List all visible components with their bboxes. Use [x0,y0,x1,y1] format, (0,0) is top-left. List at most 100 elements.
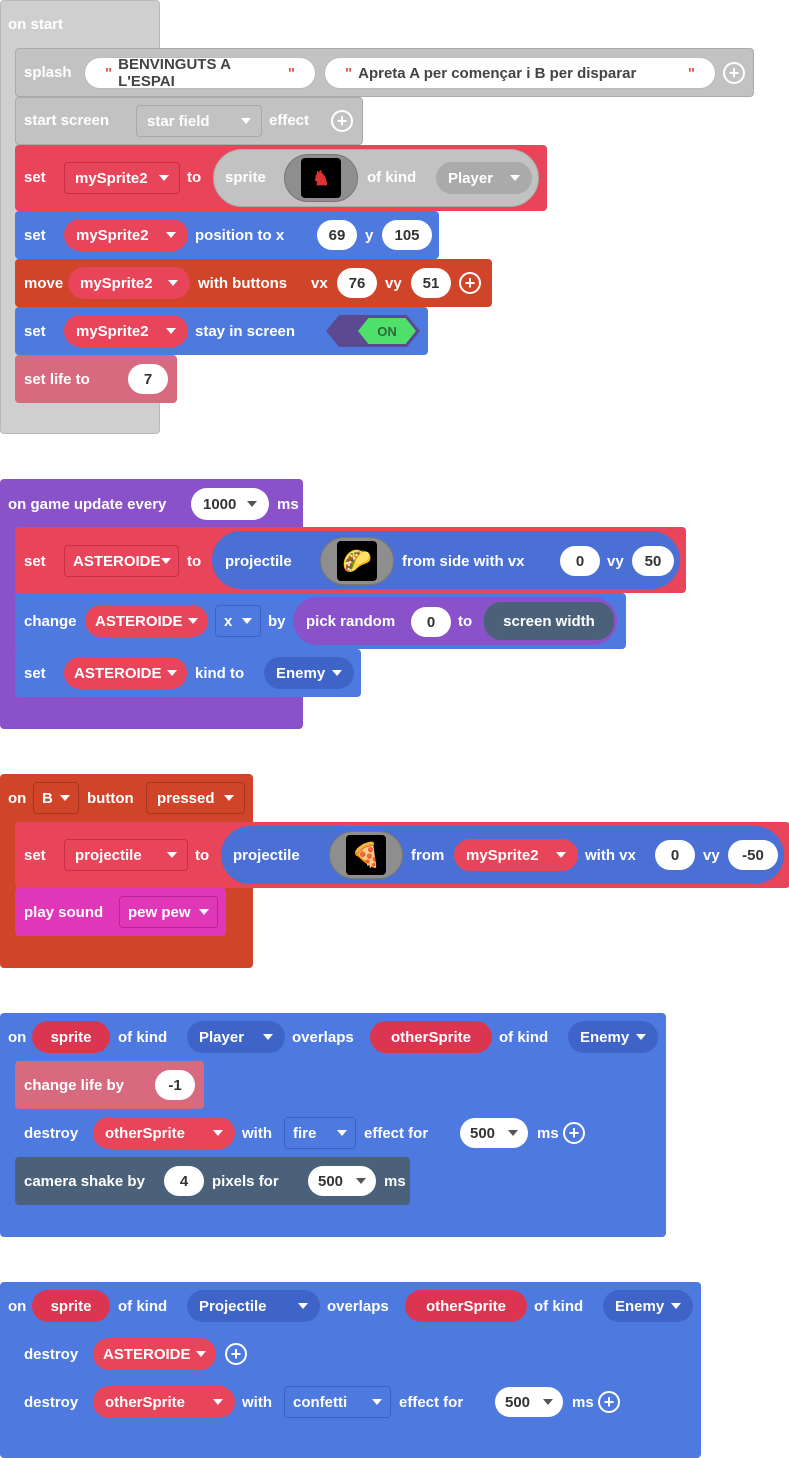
variable-value: ASTEROIDE [95,612,183,630]
chevron-down-icon [242,618,252,624]
kind-dropdown-enemy[interactable]: Enemy [603,1290,693,1322]
button-value: B [42,789,53,807]
taco-sprite-icon: 🌮 [337,541,377,581]
start-screen-label: start screen [24,112,110,129]
sprite-dropdown-mysprite2[interactable]: mySprite2 [454,839,578,871]
shake-amount-input[interactable]: 4 [164,1166,204,1196]
on-label: on [8,1029,27,1046]
variable-dropdown-asteroide[interactable]: ASTEROIDE [93,1338,216,1370]
variable-dropdown-asteroide[interactable]: ASTEROIDE [64,657,187,689]
screen-width-reporter[interactable]: screen width [484,602,614,640]
sprite-value: mySprite2 [466,846,539,864]
variable-dropdown-mysprite2[interactable]: mySprite2 [64,315,188,347]
effect-dropdown[interactable]: confetti [284,1386,391,1418]
x-input[interactable]: 69 [317,220,357,250]
button-dropdown[interactable]: B [33,782,79,814]
splash-add-icon[interactable]: + [723,62,745,84]
kind-dropdown-enemy[interactable]: Enemy [568,1021,658,1053]
other-sprite-reporter[interactable]: otherSprite [370,1021,492,1053]
variable-dropdown-asteroide[interactable]: ASTEROIDE [85,605,208,637]
to-label: to [187,553,202,570]
effect-value: star field [147,112,210,130]
vy-label: vy [607,553,624,570]
effect-for-label: effect for [364,1125,429,1142]
set-label: set [24,665,46,682]
property-dropdown[interactable]: x [215,605,261,637]
interval-dropdown[interactable]: 1000 [191,488,269,520]
variable-dropdown-asteroide[interactable]: ASTEROIDE [64,545,179,577]
chevron-down-icon [188,618,198,624]
duration-dropdown[interactable]: 500 [495,1387,563,1417]
projectile-image-picker[interactable]: 🍕 [329,831,403,879]
variable-value: projectile [75,846,142,864]
duration-value: 500 [470,1124,496,1142]
chevron-down-icon [508,1130,518,1136]
kind-dropdown-projectile[interactable]: Projectile [187,1290,320,1322]
pizza-sprite-icon: 🍕 [346,835,386,875]
position-label: position to x [195,227,285,244]
sprite-image-picker[interactable]: ♞ [284,154,358,202]
event-dropdown[interactable]: pressed [146,782,245,814]
life-input[interactable]: 7 [128,364,168,394]
other-sprite-reporter[interactable]: otherSprite [405,1290,527,1322]
destroy-label: destroy [24,1394,79,1411]
chevron-down-icon [224,795,234,801]
chevron-down-icon [213,1399,223,1405]
variable-dropdown-mysprite2[interactable]: mySprite2 [64,219,188,251]
stay-label: stay in screen [195,323,296,340]
to-label: to [195,847,210,864]
of-kind-label: of kind [118,1029,168,1046]
vy-input[interactable]: 51 [411,268,451,298]
screen-width-label: screen width [503,612,595,630]
splash-title-input[interactable]: " BENVINGUTS A L'ESPAI " [84,56,316,90]
vx-input[interactable]: 76 [337,268,377,298]
on-label: on [8,1298,27,1315]
chevron-down-icon [372,1399,382,1405]
duration-value: 500 [318,1172,344,1190]
destroy-add-icon[interactable]: + [598,1391,620,1413]
chevron-down-icon [166,328,176,334]
sprite-variable-reporter[interactable]: sprite [32,1290,110,1322]
life-change-input[interactable]: -1 [155,1070,195,1100]
kind-dropdown-enemy[interactable]: Enemy [264,657,354,689]
player-sprite-icon: ♞ [301,158,341,198]
variable-value: mySprite2 [75,169,148,187]
variable-dropdown-othersprite[interactable]: otherSprite [93,1386,235,1418]
kind-dropdown-player[interactable]: Player [187,1021,285,1053]
other-sprite-label: otherSprite [425,1297,506,1315]
variable-value: ASTEROIDE [73,552,161,570]
destroy-add-icon[interactable]: + [563,1122,585,1144]
projectile-image-picker[interactable]: 🌮 [320,537,394,585]
by-label: by [268,613,286,630]
kind-value: Player [199,1028,245,1046]
duration-dropdown[interactable]: 500 [308,1166,376,1196]
destroy-add-icon[interactable]: + [225,1343,247,1365]
vy-input[interactable]: 50 [632,546,674,576]
start-screen-add-icon[interactable]: + [331,110,353,132]
chevron-down-icon [298,1303,308,1309]
chevron-down-icon [332,670,342,676]
effect-dropdown[interactable]: fire [284,1117,356,1149]
vx-input[interactable]: 0 [655,840,695,870]
effect-dropdown[interactable]: star field [136,105,262,137]
chevron-down-icon [60,795,70,801]
kind-dropdown-player[interactable]: Player [436,162,532,194]
vx-input[interactable]: 0 [560,546,600,576]
variable-dropdown-mysprite2[interactable]: mySprite2 [64,162,180,194]
variable-dropdown-mysprite2[interactable]: mySprite2 [68,267,190,299]
button-label: button [87,790,134,807]
duration-dropdown[interactable]: 500 [460,1118,528,1148]
variable-dropdown-othersprite[interactable]: otherSprite [93,1117,235,1149]
splash-subtitle-input[interactable]: " Apreta A per començar i B per disparar " [324,57,716,89]
projectile-label: projectile [225,553,292,570]
y-input[interactable]: 105 [382,220,432,250]
variable-dropdown-projectile[interactable]: projectile [64,839,188,871]
sound-dropdown[interactable]: pew pew [119,896,218,928]
from-side-label: from side with vx [402,553,525,570]
vy-input[interactable]: -50 [728,840,778,870]
random-from-input[interactable]: 0 [411,607,451,637]
variable-value: otherSprite [105,1124,186,1142]
move-add-icon[interactable]: + [459,272,481,294]
sprite-variable-reporter[interactable]: sprite [32,1021,110,1053]
kind-value: Projectile [199,1297,267,1315]
